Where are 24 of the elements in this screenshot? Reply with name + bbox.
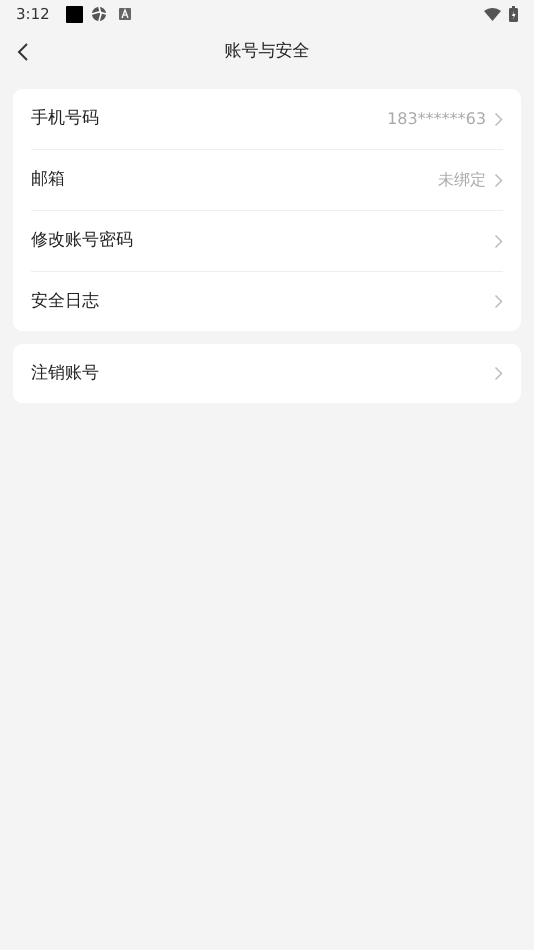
chevron-right-icon [494,172,503,188]
settings-row[interactable]: 手机号码 183******63 [31,89,503,150]
page-title: 账号与安全 [224,40,310,64]
keyboard-icon [118,8,131,20]
row-value: 183******63 [387,108,486,130]
wifi-icon [484,8,501,20]
row-value: 未绑定 [438,169,486,191]
row-label: 修改账号密码 [31,229,133,252]
chevron-right-icon [494,366,503,381]
chevron-right-icon [494,112,503,126]
chevron-right-icon [494,294,503,309]
settings-row[interactable]: 邮箱 未绑定 [31,150,503,211]
settings-row[interactable]: 修改账号密码 [31,211,503,272]
status-time: 3:12 [16,4,50,25]
battery-icon [509,6,518,22]
square-icon [66,6,83,22]
settings-row[interactable]: 注销账号 [31,344,503,403]
row-label: 邮箱 [31,168,65,192]
settings-row[interactable]: 安全日志 [31,272,503,331]
aperture-icon [90,6,107,22]
chevron-right-icon [494,234,503,248]
row-label: 注销账号 [31,362,99,385]
row-label: 安全日志 [31,290,99,313]
row-label: 手机号码 [31,107,99,130]
